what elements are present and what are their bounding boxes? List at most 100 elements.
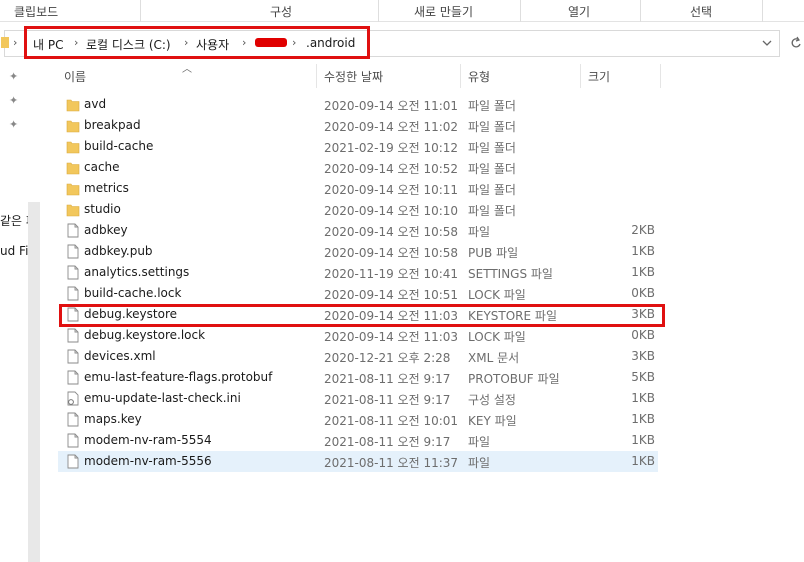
address-folder-icon bbox=[1, 37, 9, 48]
file-type: LOCK 파일 bbox=[468, 330, 526, 344]
file-type: 파일 폴더 bbox=[468, 183, 516, 197]
address-bar-row: › 내 PC › 로컬 디스크 (C:) › 사용자 › › .android bbox=[0, 26, 804, 60]
file-date: 2021-08-11 오전 11:37 bbox=[324, 456, 459, 470]
file-row[interactable]: build-cache 2021-02-19 오전 10:12 파일 폴더 bbox=[58, 136, 658, 157]
file-name: studio bbox=[84, 202, 121, 216]
column-header-size[interactable]: 크기 bbox=[588, 68, 610, 85]
column-header-type[interactable]: 유형 bbox=[468, 68, 490, 85]
ribbon-separator bbox=[140, 0, 141, 22]
ribbon-group-select: 선택 bbox=[690, 5, 713, 19]
file-row[interactable]: emu-update-last-check.ini 2021-08-11 오전 9… bbox=[58, 388, 658, 409]
file-date: 2020-09-14 오전 10:51 bbox=[324, 288, 459, 302]
column-separator[interactable] bbox=[660, 64, 661, 88]
folder-icon bbox=[66, 97, 80, 112]
file-name: avd bbox=[84, 97, 107, 111]
file-row[interactable]: adbkey.pub 2020-09-14 오전 10:58 PUB 파일 1KB bbox=[58, 241, 658, 262]
sort-ascending-icon: ︿ bbox=[182, 64, 192, 75]
file-name: maps.key bbox=[84, 412, 142, 426]
ribbon-separator bbox=[378, 0, 379, 22]
folder-icon bbox=[66, 181, 80, 196]
file-type: 파일 폴더 bbox=[468, 162, 516, 176]
file-name: metrics bbox=[84, 181, 129, 195]
file-icon bbox=[66, 223, 80, 238]
file-name: emu-update-last-check.ini bbox=[84, 391, 241, 405]
column-separator[interactable] bbox=[316, 64, 317, 88]
file-row[interactable]: debug.keystore.lock 2020-09-14 오전 11:03 LO… bbox=[58, 325, 658, 346]
nav-item[interactable]: 같은 파 bbox=[0, 212, 28, 229]
chevron-down-icon[interactable] bbox=[762, 39, 772, 47]
ribbon-group-organize: 구성 bbox=[270, 5, 293, 19]
file-name: modem-nv-ram-5554 bbox=[84, 433, 212, 447]
file-type: 구성 설정 bbox=[468, 393, 516, 407]
file-name: emu-last-feature-flags.protobuf bbox=[84, 370, 273, 384]
file-type: PUB 파일 bbox=[468, 246, 519, 260]
file-size: 1KB bbox=[631, 433, 655, 447]
file-row[interactable]: studio 2020-09-14 오전 10:10 파일 폴더 bbox=[58, 199, 658, 220]
file-row[interactable]: devices.xml 2020-12-21 오후 2:28 XML 문서 3KB bbox=[58, 346, 658, 367]
column-header-date[interactable]: 수정한 날짜 bbox=[324, 68, 383, 85]
column-separator[interactable] bbox=[460, 64, 461, 88]
file-row[interactable]: analytics.settings 2020-11-19 오전 10:41 SET… bbox=[58, 262, 658, 283]
settings-file-icon bbox=[66, 391, 80, 406]
file-size: 0KB bbox=[631, 328, 655, 342]
file-icon bbox=[66, 349, 80, 364]
file-size: 1KB bbox=[631, 244, 655, 258]
file-date: 2020-09-14 오전 10:11 bbox=[324, 183, 459, 197]
file-date: 2021-08-11 오전 9:17 bbox=[324, 435, 451, 449]
nav-item[interactable]: ud Fil bbox=[0, 244, 28, 258]
address-highlight-box bbox=[24, 26, 370, 59]
file-date: 2020-09-14 오전 11:02 bbox=[324, 120, 459, 134]
file-name: build-cache bbox=[84, 139, 154, 153]
keystore-highlight-box bbox=[59, 304, 665, 327]
file-row[interactable]: adbkey 2020-09-14 오전 10:58 파일 2KB bbox=[58, 220, 658, 241]
pin-icon[interactable]: ✦ bbox=[9, 118, 18, 131]
folder-icon bbox=[66, 139, 80, 154]
file-type: PROTOBUF 파일 bbox=[468, 372, 560, 386]
pin-icon[interactable]: ✦ bbox=[9, 94, 18, 107]
file-row[interactable]: cache 2020-09-14 오전 10:52 파일 폴더 bbox=[58, 157, 658, 178]
redacted-username bbox=[255, 38, 287, 47]
folder-icon bbox=[66, 160, 80, 175]
file-type: 파일 bbox=[468, 456, 491, 470]
file-row[interactable]: build-cache.lock 2020-09-14 오전 10:51 LOCK … bbox=[58, 283, 658, 304]
file-row[interactable]: emu-last-feature-flags.protobuf 2021-08-1… bbox=[58, 367, 658, 388]
file-size: 1KB bbox=[631, 412, 655, 426]
file-size: 1KB bbox=[631, 265, 655, 279]
file-size: 2KB bbox=[631, 223, 655, 237]
file-row[interactable]: avd 2020-09-14 오전 11:01 파일 폴더 bbox=[58, 94, 658, 115]
folder-icon bbox=[66, 118, 80, 133]
file-date: 2021-08-11 오전 10:01 bbox=[324, 414, 459, 428]
file-size: 0KB bbox=[631, 286, 655, 300]
file-row[interactable]: modem-nv-ram-5554 2021-08-11 오전 9:17 파일 1KB bbox=[58, 430, 658, 451]
navigation-pane: ✦ ✦ ✦ 같은 파 ud Fil bbox=[0, 62, 40, 562]
file-name: devices.xml bbox=[84, 349, 156, 363]
file-row[interactable]: breakpad 2020-09-14 오전 11:02 파일 폴더 bbox=[58, 115, 658, 136]
refresh-icon[interactable] bbox=[790, 36, 802, 50]
pin-icon[interactable]: ✦ bbox=[9, 70, 18, 83]
ribbon-separator bbox=[520, 0, 521, 22]
file-date: 2020-09-14 오전 11:03 bbox=[324, 330, 459, 344]
file-type: 파일 폴더 bbox=[468, 204, 516, 218]
file-row[interactable]: modem-nv-ram-5556 2021-08-11 오전 11:37 파일 1K… bbox=[58, 451, 658, 472]
file-icon bbox=[66, 328, 80, 343]
file-size: 1KB bbox=[631, 454, 655, 468]
ribbon-separator bbox=[762, 0, 763, 22]
column-separator[interactable] bbox=[580, 64, 581, 88]
file-date: 2020-09-14 오전 10:58 bbox=[324, 225, 459, 239]
file-type: 파일 bbox=[468, 435, 491, 449]
file-name: adbkey bbox=[84, 223, 128, 237]
file-date: 2020-11-19 오전 10:41 bbox=[324, 267, 459, 281]
file-type: 파일 폴더 bbox=[468, 120, 516, 134]
breadcrumb-chevron-icon: › bbox=[13, 36, 18, 49]
file-date: 2020-09-14 오전 11:01 bbox=[324, 99, 459, 113]
file-row[interactable]: metrics 2020-09-14 오전 10:11 파일 폴더 bbox=[58, 178, 658, 199]
file-row[interactable]: maps.key 2021-08-11 오전 10:01 KEY 파일 1KB bbox=[58, 409, 658, 430]
file-date: 2020-09-14 오전 10:10 bbox=[324, 204, 459, 218]
file-type: 파일 폴더 bbox=[468, 99, 516, 113]
file-icon bbox=[66, 286, 80, 301]
folder-icon bbox=[66, 202, 80, 217]
column-header-name[interactable]: 이름 bbox=[64, 68, 86, 85]
file-name: breakpad bbox=[84, 118, 141, 132]
ribbon-group-clipboard: 클립보드 bbox=[14, 5, 59, 19]
nav-scrollbar[interactable] bbox=[28, 202, 40, 562]
